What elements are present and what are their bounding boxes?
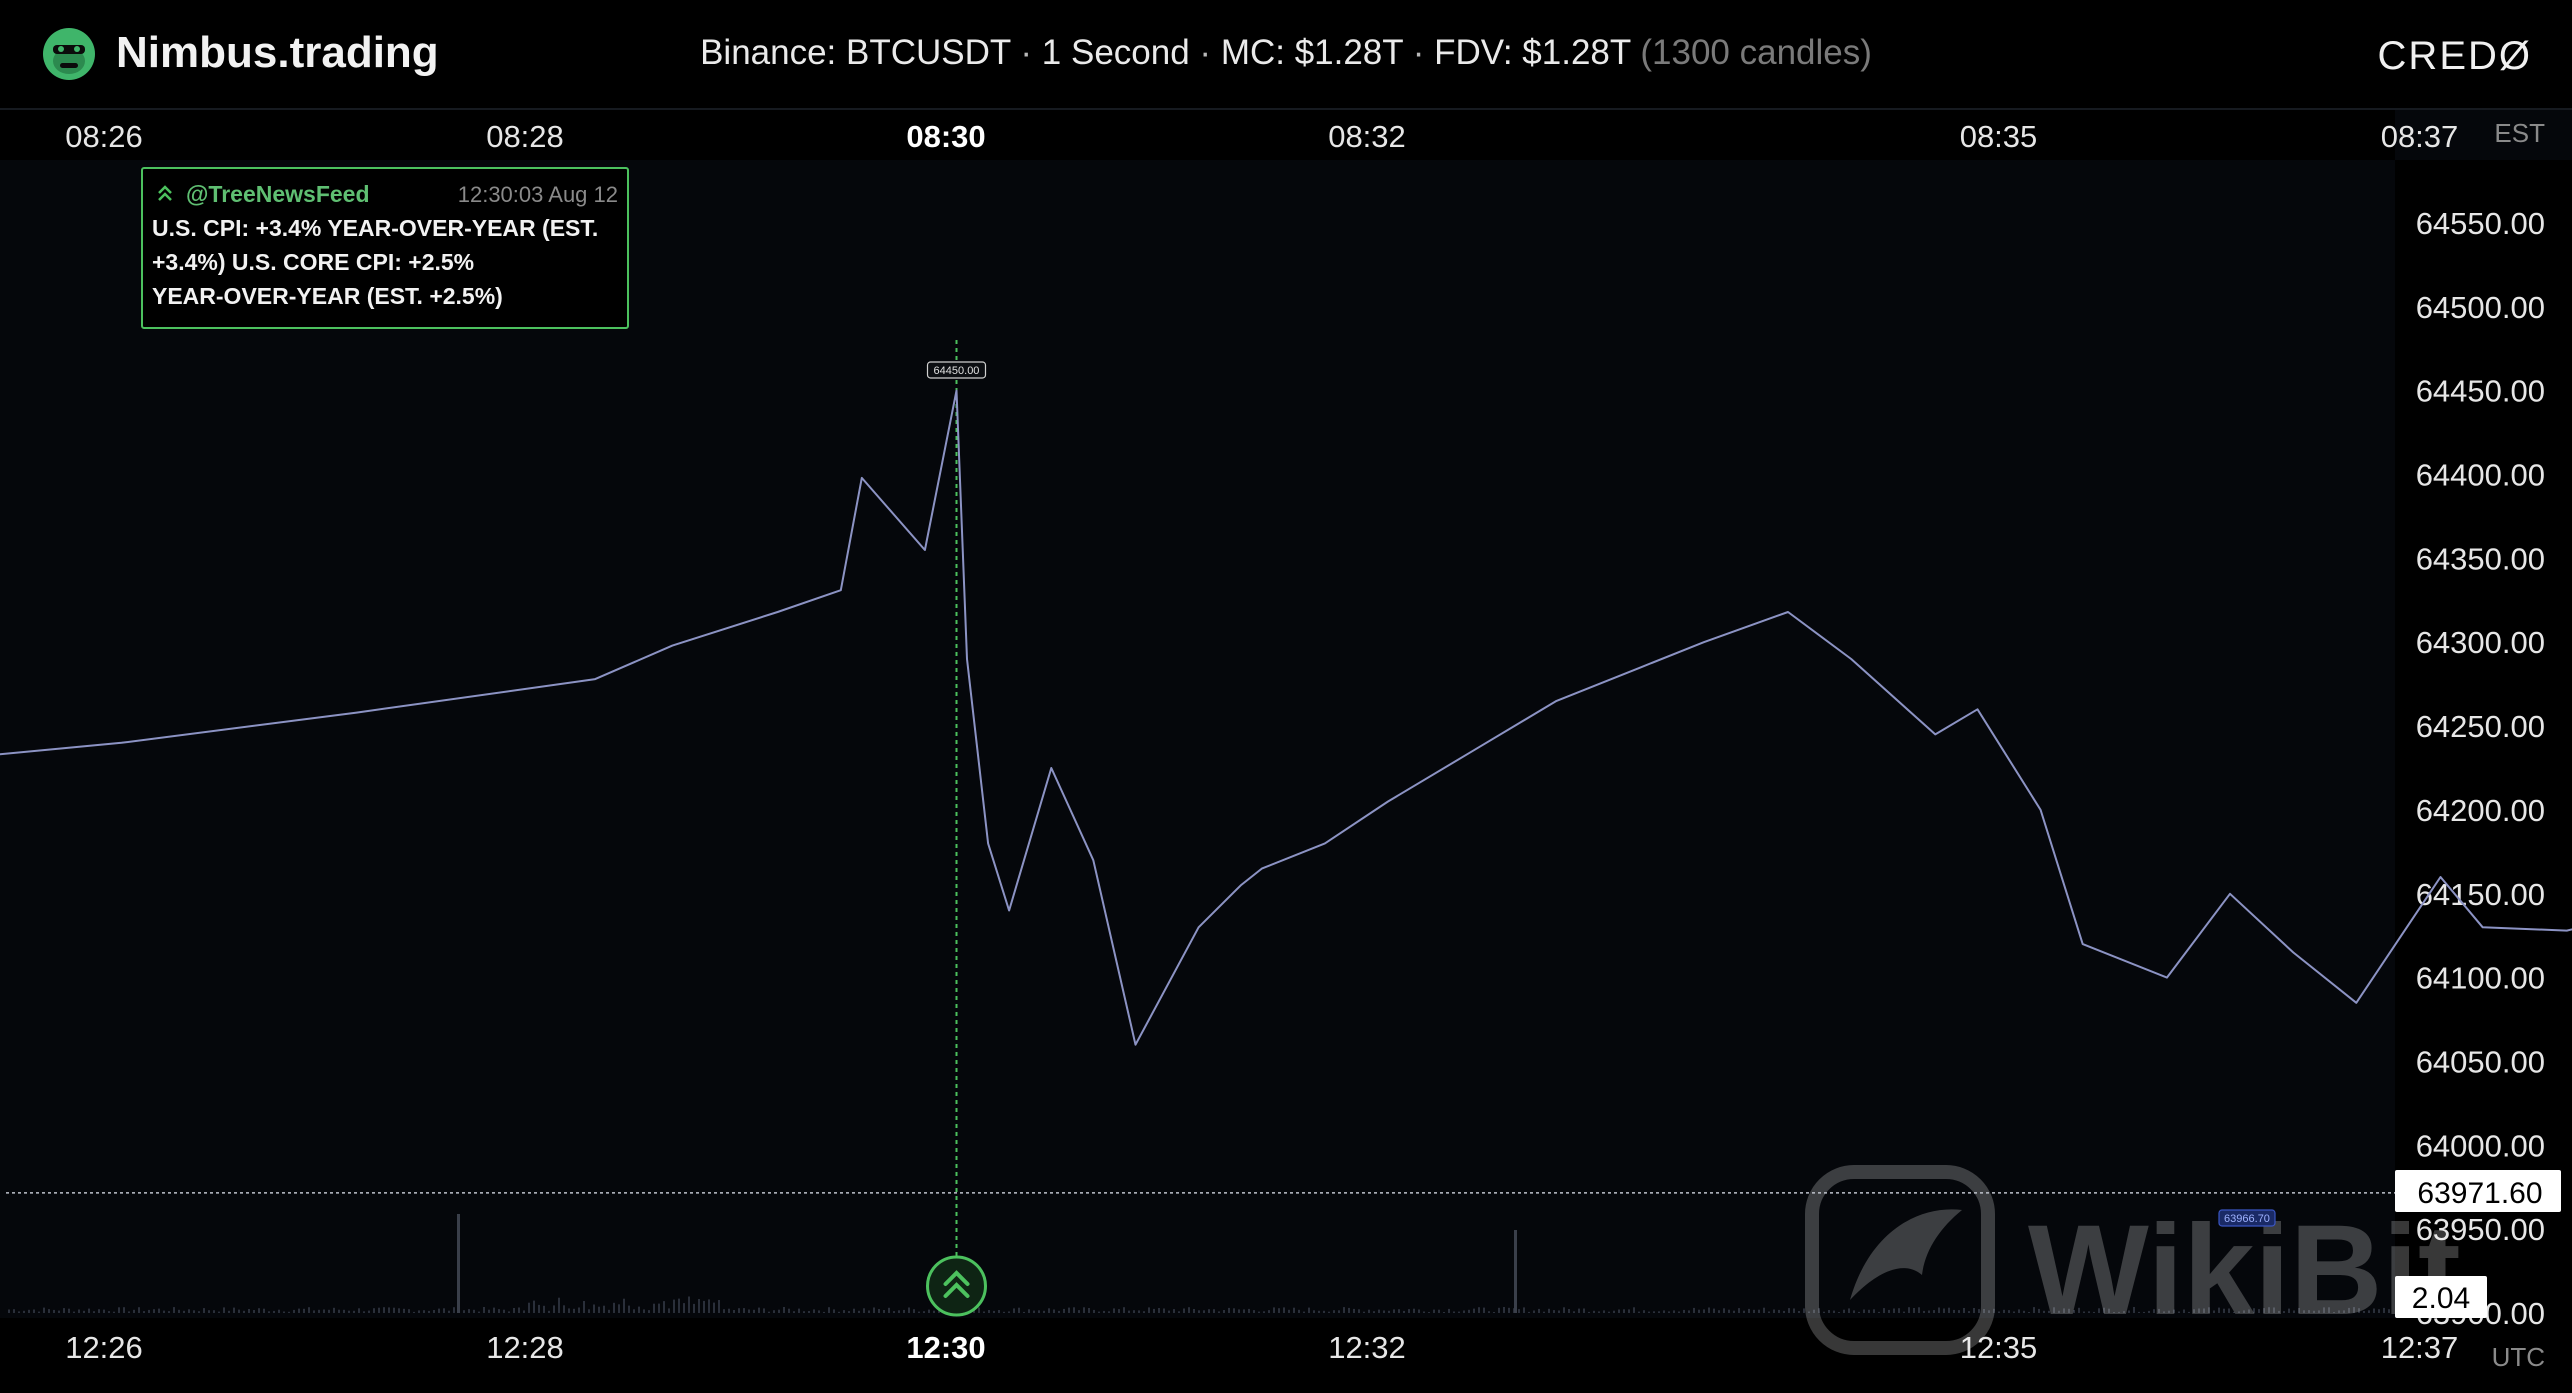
- low-price-label: 63966.70: [2224, 1213, 2270, 1225]
- low-price-tag: 63966.70: [2218, 1209, 2276, 1227]
- credo-logo[interactable]: CREDØ: [2378, 34, 2532, 79]
- news-handle[interactable]: @TreeNewsFeed: [186, 181, 370, 207]
- news-tooltip[interactable]: @TreeNewsFeed 12:30:03 Aug 12 U.S. CPI: …: [141, 167, 629, 329]
- bottom-time-tick-3: 12:32: [1328, 1330, 1406, 1365]
- price-tick-4: 64350.00: [2416, 541, 2545, 576]
- volume-spike: [457, 1214, 460, 1313]
- top-time-tick-1: 08:28: [486, 119, 564, 154]
- interval-label[interactable]: 1 Second: [1042, 33, 1190, 72]
- price-tick-11: 64000.00: [2416, 1128, 2545, 1163]
- volume-spike: [1514, 1230, 1517, 1313]
- market-cap: MC: $1.28T: [1220, 33, 1404, 72]
- price-tick-7: 64200.00: [2416, 793, 2545, 828]
- price-tick-0: 64550.00: [2416, 206, 2545, 241]
- fdv: FDV: $1.28T: [1434, 33, 1631, 72]
- price-tick-9: 64100.00: [2416, 961, 2545, 996]
- header-bar: Nimbus.trading Binance: BTCUSDT · 1 Seco…: [0, 0, 2572, 108]
- top-time-tick-2: 08:30: [906, 119, 985, 154]
- price-chart[interactable]: 08:2608:2808:3008:3208:3508:3708:4008:42…: [0, 110, 2572, 1393]
- bottom-time-tick-0: 12:26: [65, 1330, 143, 1365]
- market-info: Binance: BTCUSDT · 1 Second · MC: $1.28T…: [700, 33, 1872, 72]
- news-event-marker[interactable]: [926, 1255, 987, 1317]
- top-time-tick-4: 08:35: [1960, 119, 2038, 154]
- exchange-pair: Binance: BTCUSDT: [700, 33, 1011, 72]
- price-tick-10: 64050.00: [2416, 1045, 2545, 1080]
- bottom-time-tick-2: 12:30: [906, 1330, 985, 1365]
- est-timezone-label: EST: [2494, 118, 2545, 148]
- utc-timezone-label: UTC: [2492, 1342, 2545, 1372]
- price-tick-5: 64300.00: [2416, 625, 2545, 660]
- peak-price-label: 64450.00: [934, 365, 980, 377]
- price-tick-8: 64150.00: [2416, 877, 2545, 912]
- news-line-1: U.S. CPI: +3.4% YEAR-OVER-YEAR (EST.: [152, 215, 598, 241]
- current-price-label: 63971.60: [2417, 1177, 2542, 1210]
- price-tick-1: 64500.00: [2416, 290, 2545, 325]
- peak-price-tag: 64450.00: [926, 361, 987, 379]
- news-line-2: +3.4%) U.S. CORE CPI: +2.5%: [152, 249, 474, 275]
- news-timestamp: 12:30:03 Aug 12: [458, 182, 618, 207]
- top-time-tick-3: 08:32: [1328, 119, 1406, 154]
- volume-label: 2.04: [2412, 1282, 2470, 1315]
- top-time-tick-5: 08:37: [2381, 119, 2459, 154]
- price-tick-6: 64250.00: [2416, 709, 2545, 744]
- news-line-3: YEAR-OVER-YEAR (EST. +2.5%): [152, 283, 503, 309]
- price-tick-2: 64450.00: [2416, 374, 2545, 409]
- price-tick-3: 64400.00: [2416, 458, 2545, 493]
- bottom-time-tick-1: 12:28: [486, 1330, 564, 1365]
- candle-count: (1300 candles): [1640, 33, 1872, 72]
- top-time-tick-0: 08:26: [65, 119, 143, 154]
